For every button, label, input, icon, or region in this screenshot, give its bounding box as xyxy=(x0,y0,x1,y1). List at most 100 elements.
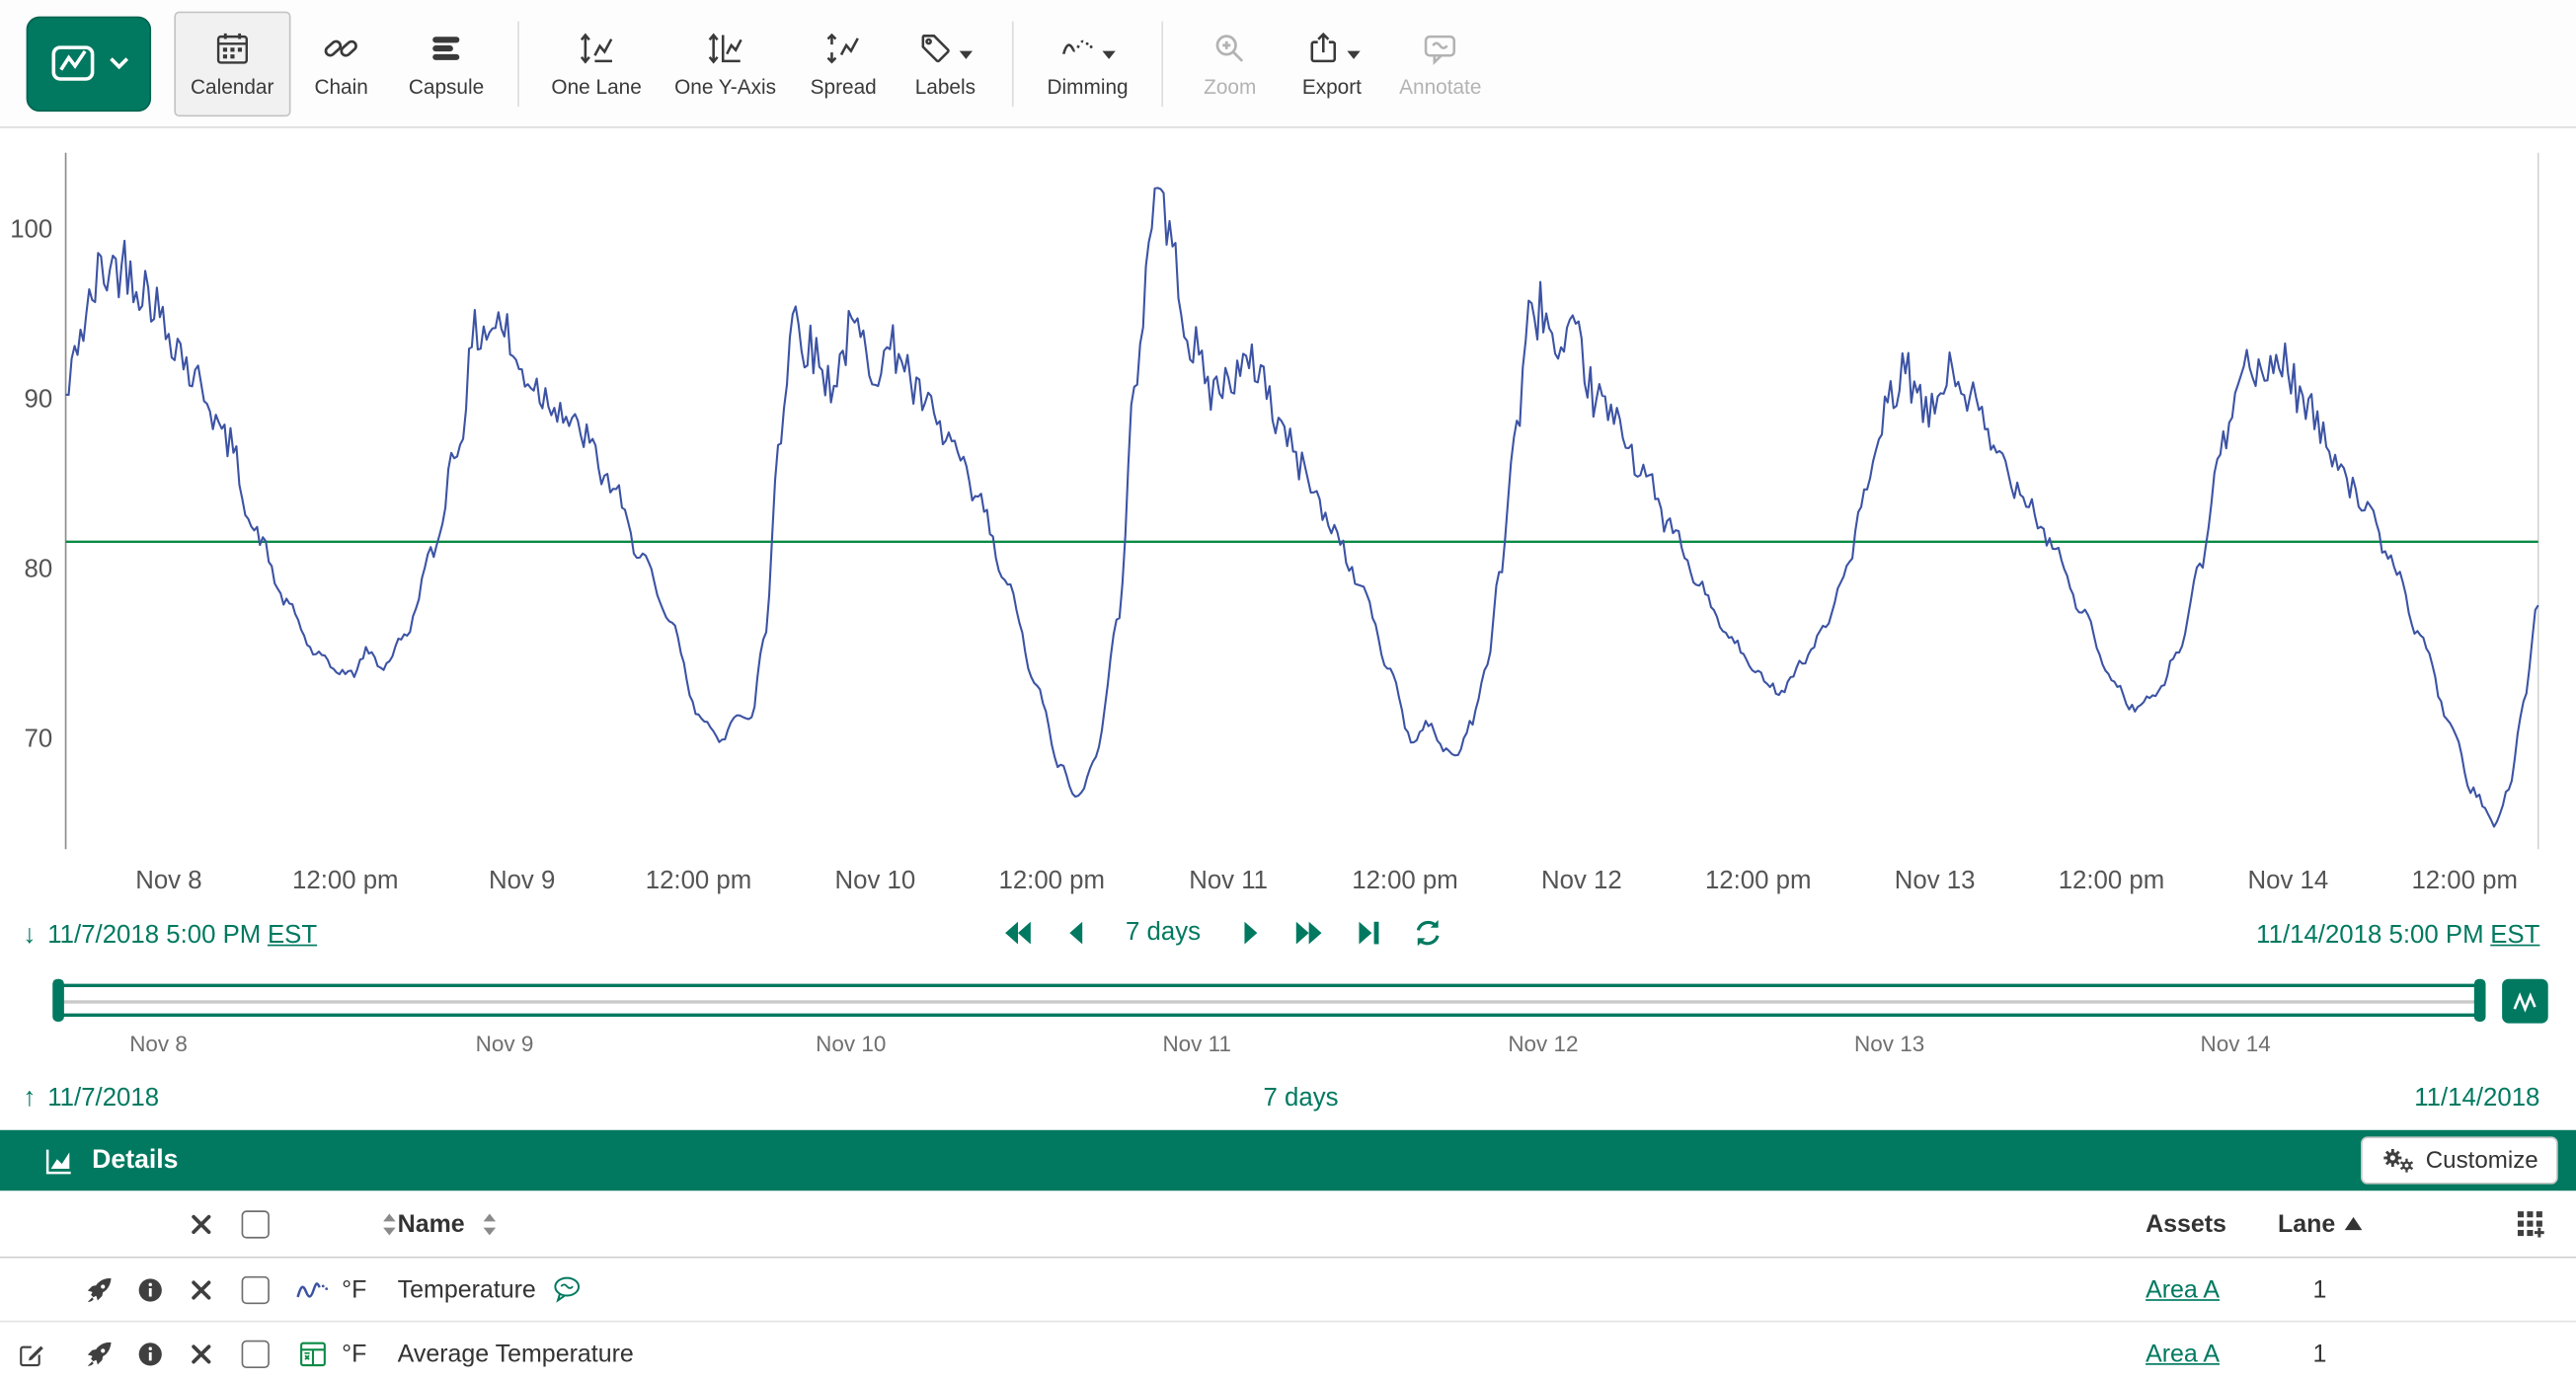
sort-arrows-icon xyxy=(481,1211,498,1236)
row-checkbox[interactable] xyxy=(241,1340,269,1367)
x-axis-label: Nov 10 xyxy=(835,867,916,894)
display-range-bar: ↓11/7/2018 5:00 PMEST 7 days xyxy=(0,913,2576,962)
display-range-start[interactable]: ↓11/7/2018 5:00 PMEST xyxy=(23,921,317,951)
labels-button[interactable]: Labels xyxy=(895,11,996,115)
signal-name[interactable]: Average Temperature xyxy=(398,1340,634,1367)
remove-all-button[interactable] xyxy=(190,1213,211,1235)
investigate-range-start[interactable]: ↑11/7/2018 xyxy=(23,1084,159,1113)
customize-button[interactable]: Customize xyxy=(2360,1136,2558,1184)
export-button[interactable]: Export xyxy=(1281,11,1382,115)
add-column-button[interactable] xyxy=(2514,1207,2546,1240)
caret-down-icon xyxy=(1347,51,1360,59)
x-icon xyxy=(190,1343,211,1364)
rocket-icon xyxy=(83,1338,115,1369)
capsule-bars-icon xyxy=(428,29,465,68)
slider-date-label: Nov 11 xyxy=(1162,1032,1231,1056)
row-checkbox[interactable] xyxy=(241,1275,269,1303)
investigate-range-bar: ↑11/7/2018 7 days 11/14/2018 xyxy=(0,1079,2576,1121)
calendar-time-button[interactable]: Calendar xyxy=(174,11,290,115)
capsule-time-button[interactable]: Capsule xyxy=(392,11,501,115)
mini-trend-icon xyxy=(2512,989,2538,1014)
caret-down-icon xyxy=(960,51,973,59)
zoom-button[interactable]: Zoom xyxy=(1179,11,1281,115)
line-chart-logo-icon xyxy=(48,41,98,86)
one-y-axis-button[interactable]: One Y-Axis xyxy=(658,11,792,115)
one-y-axis-icon xyxy=(706,29,743,68)
annotation-bubble-button[interactable] xyxy=(552,1274,584,1304)
details-panel-title: Details xyxy=(92,1146,178,1176)
duration-slider: Nov 8Nov 9Nov 10Nov 11Nov 12Nov 13Nov 14 xyxy=(0,972,2576,1071)
y-axis-label: 70 xyxy=(25,726,53,753)
asset-link[interactable]: Area A xyxy=(2146,1340,2220,1367)
temperature-series-line[interactable] xyxy=(66,188,2538,826)
caret-down-icon xyxy=(1103,51,1116,59)
chevron-down-icon xyxy=(108,56,129,71)
edit-pencil-icon xyxy=(17,1338,48,1369)
edit-formula-button[interactable] xyxy=(17,1338,48,1369)
remove-item-button[interactable] xyxy=(190,1278,211,1300)
spread-button[interactable]: Spread xyxy=(793,11,895,115)
sort-unit-button[interactable] xyxy=(381,1211,398,1236)
remove-item-button[interactable] xyxy=(190,1343,211,1364)
investigate-duration-label[interactable]: 7 days xyxy=(1264,1084,1339,1113)
x-icon xyxy=(190,1213,211,1235)
range-navigation-controls: 7 days xyxy=(1001,916,1444,949)
one-lane-button[interactable]: One Lane xyxy=(535,11,659,115)
slider-handle-left[interactable] xyxy=(52,978,64,1021)
x-icon xyxy=(190,1278,211,1300)
signal-name[interactable]: Temperature xyxy=(398,1275,536,1303)
range-slider-selection[interactable] xyxy=(57,984,2480,1017)
magnifier-zoom-icon xyxy=(1211,29,1249,68)
gears-icon xyxy=(2380,1146,2414,1174)
signal-row-average-temperature: °F Average Temperature Area A 1 xyxy=(0,1322,2576,1381)
investigate-rocket-button[interactable] xyxy=(83,1273,115,1305)
lane-column-header[interactable]: Lane xyxy=(2254,1209,2385,1237)
fast-forward-button[interactable] xyxy=(1292,916,1325,949)
display-range-end[interactable]: 11/14/2018 5:00 PMEST xyxy=(2256,921,2539,951)
rocket-icon xyxy=(83,1273,115,1305)
step-forward-button[interactable] xyxy=(1233,916,1266,949)
investigate-range-end[interactable]: 11/14/2018 xyxy=(2414,1084,2539,1113)
investigate-rocket-button[interactable] xyxy=(83,1338,115,1369)
assets-column-header[interactable]: Assets xyxy=(2126,1209,2254,1237)
one-lane-icon xyxy=(578,29,615,68)
calendar-icon xyxy=(213,29,251,68)
slider-handle-right[interactable] xyxy=(2474,978,2486,1021)
x-axis-label: Nov 8 xyxy=(135,867,201,894)
x-axis-label: Nov 9 xyxy=(489,867,555,894)
fast-rewind-button[interactable] xyxy=(1001,916,1034,949)
slider-date-labels: Nov 8Nov 9Nov 10Nov 11Nov 12Nov 13Nov 14 xyxy=(57,1032,2480,1059)
x-axis-label: 12:00 pm xyxy=(998,867,1105,894)
x-axis-label: 12:00 pm xyxy=(1352,867,1458,894)
asset-link[interactable]: Area A xyxy=(2146,1275,2220,1303)
x-axis-label: Nov 14 xyxy=(2247,867,2328,894)
trend-view-menu-button[interactable] xyxy=(27,16,151,112)
dimming-button[interactable]: Dimming xyxy=(1031,11,1144,115)
slider-date-label: Nov 10 xyxy=(816,1032,886,1056)
annotate-button[interactable]: Annotate xyxy=(1382,11,1498,115)
sort-name-button[interactable] xyxy=(481,1211,498,1236)
trend-chart[interactable]: 708090100Nov 812:00 pmNov 912:00 pmNov 1… xyxy=(0,128,2576,920)
unit-of-measure: °F xyxy=(342,1275,398,1303)
item-info-button[interactable] xyxy=(135,1340,163,1367)
refresh-button[interactable] xyxy=(1411,916,1444,949)
details-table: Name Assets Lane xyxy=(0,1190,2576,1381)
select-all-checkbox[interactable] xyxy=(241,1209,269,1237)
x-axis-label: 12:00 pm xyxy=(292,867,399,894)
step-back-button[interactable] xyxy=(1059,916,1092,949)
dimming-signal-icon xyxy=(1059,30,1097,67)
calculation-type-icon xyxy=(282,1338,342,1369)
y-axis-label: 80 xyxy=(25,556,53,583)
range-duration-label[interactable]: 7 days xyxy=(1119,918,1207,948)
toolbar-separator xyxy=(1013,21,1015,107)
slider-chart-toggle-button[interactable] xyxy=(2502,979,2548,1024)
details-panel-header: Details xyxy=(0,1130,2576,1191)
skip-to-end-button[interactable] xyxy=(1352,916,1384,949)
speech-bubble-icon xyxy=(1422,29,1459,68)
chain-view-button[interactable]: Chain xyxy=(290,11,392,115)
workbench-window: Calendar Chain Capsule xyxy=(0,0,2576,1381)
info-icon xyxy=(135,1275,163,1303)
spread-icon xyxy=(824,29,862,68)
item-info-button[interactable] xyxy=(135,1275,163,1303)
x-axis-label: 12:00 pm xyxy=(646,867,751,894)
